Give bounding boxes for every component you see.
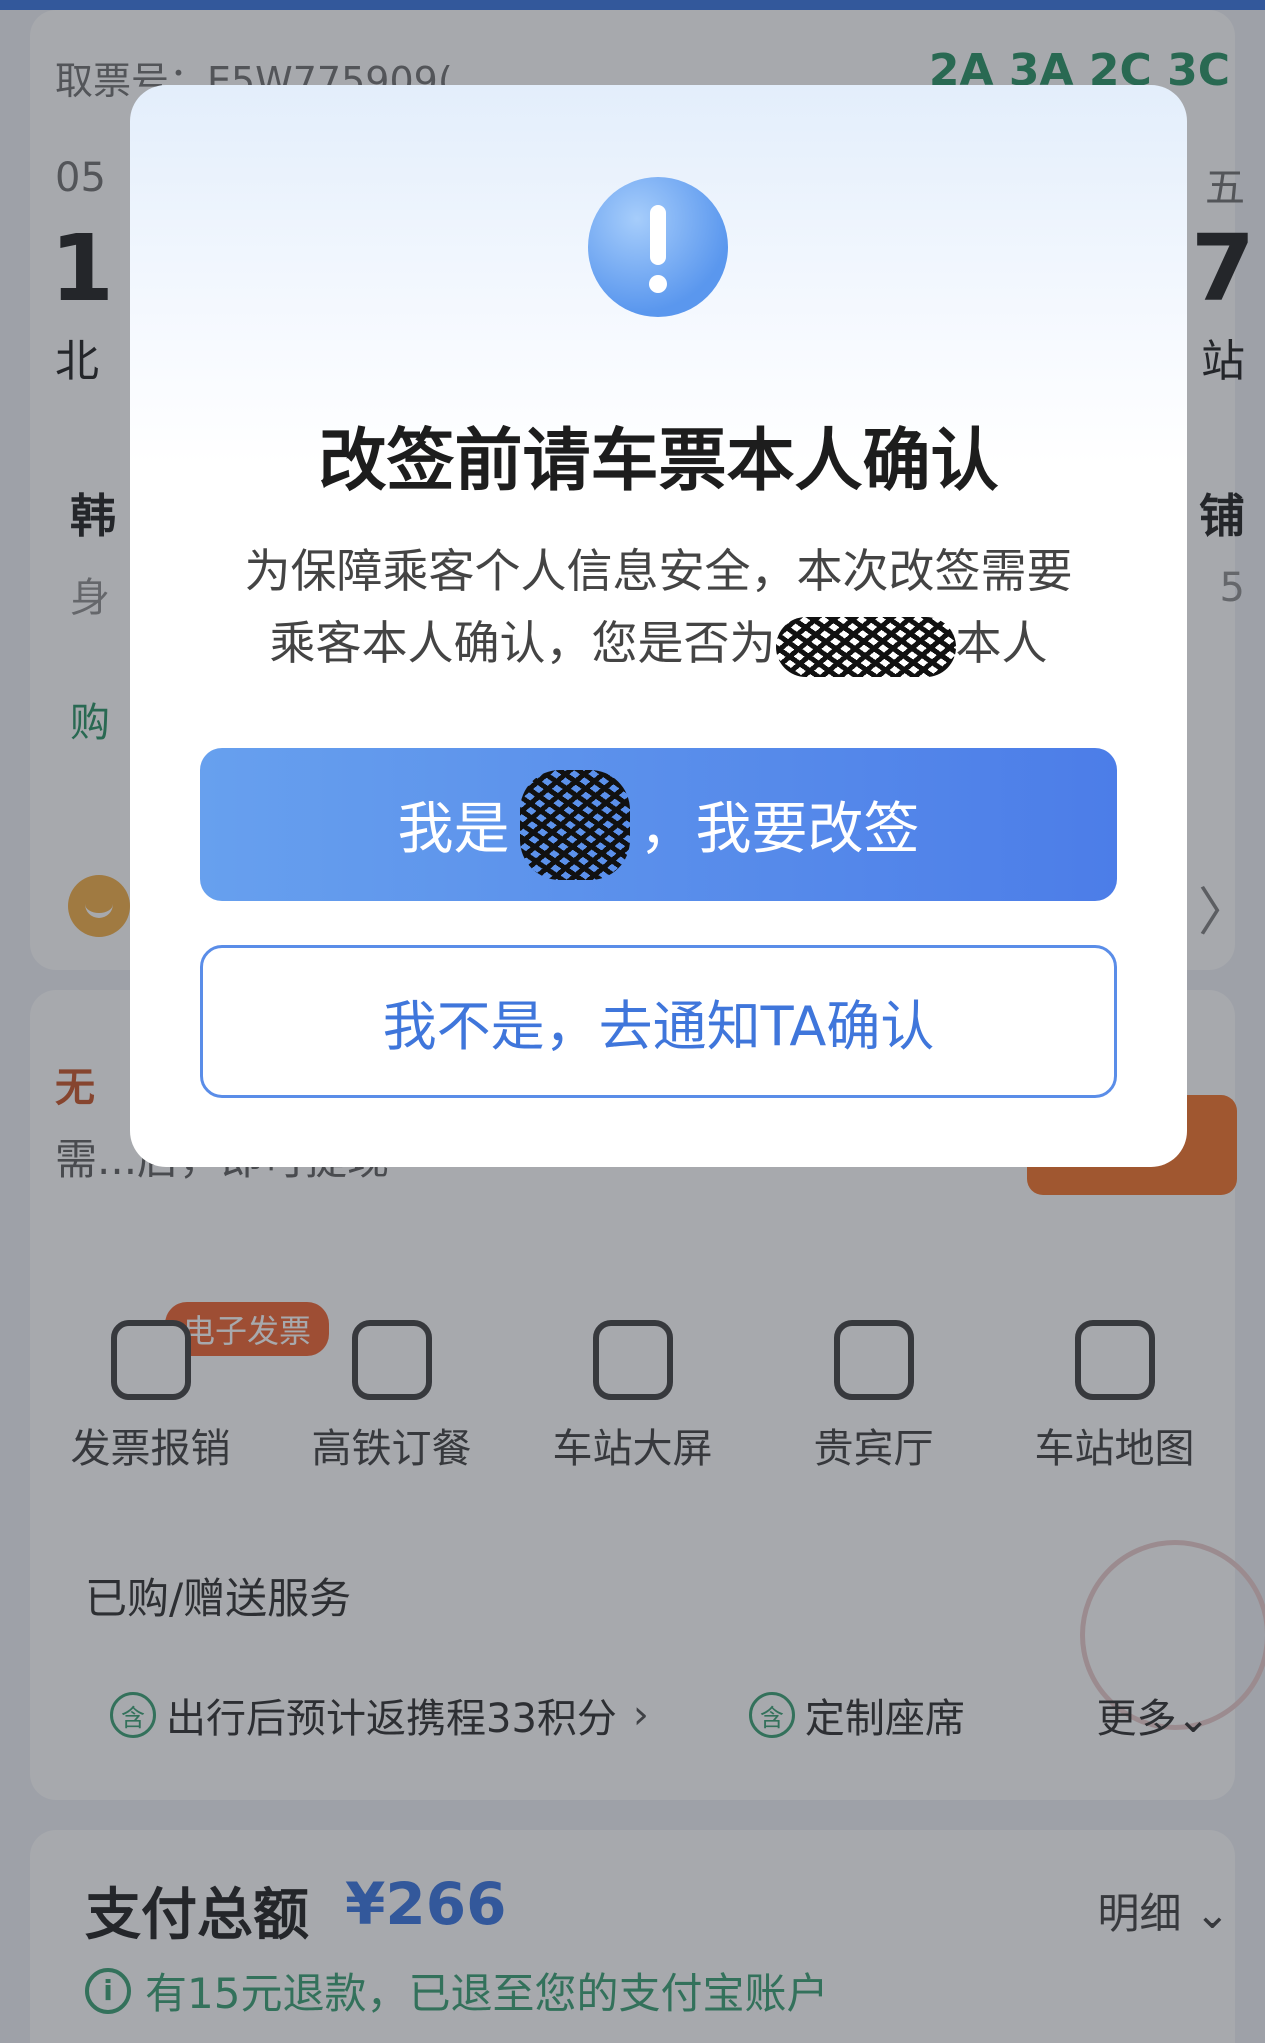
confirm-dialog: 改签前请车票本人确认 为保障乘客个人信息安全，本次改签需要 乘客本人确认，您是否… (130, 85, 1187, 1167)
dialog-message-prefix: 乘客本人确认，您是否为 (269, 616, 776, 670)
exclamation-dot (649, 275, 667, 293)
notify-passenger-button[interactable]: 我不是，去通知TA确认 (200, 945, 1117, 1098)
dialog-title: 改签前请车票本人确认 (318, 422, 999, 501)
exclamation-bar (650, 205, 666, 265)
redacted-name (519, 769, 630, 880)
dialog-message-line2: 乘客本人确认，您是否为 本人 (205, 607, 1112, 679)
dialog-message: 为保障乘客个人信息安全，本次改签需要 乘客本人确认，您是否为 本人 (205, 535, 1112, 679)
dialog-message-line1: 为保障乘客个人信息安全，本次改签需要 (244, 544, 1073, 598)
exclamation-icon (588, 177, 728, 317)
confirm-reschedule-button[interactable]: 我是 ，我要改签 (200, 748, 1117, 901)
redacted-name (775, 616, 956, 677)
confirm-suffix: ，我要改签 (639, 797, 920, 862)
dialog-message-suffix: 本人 (955, 616, 1048, 670)
confirm-prefix: 我是 (397, 797, 510, 862)
